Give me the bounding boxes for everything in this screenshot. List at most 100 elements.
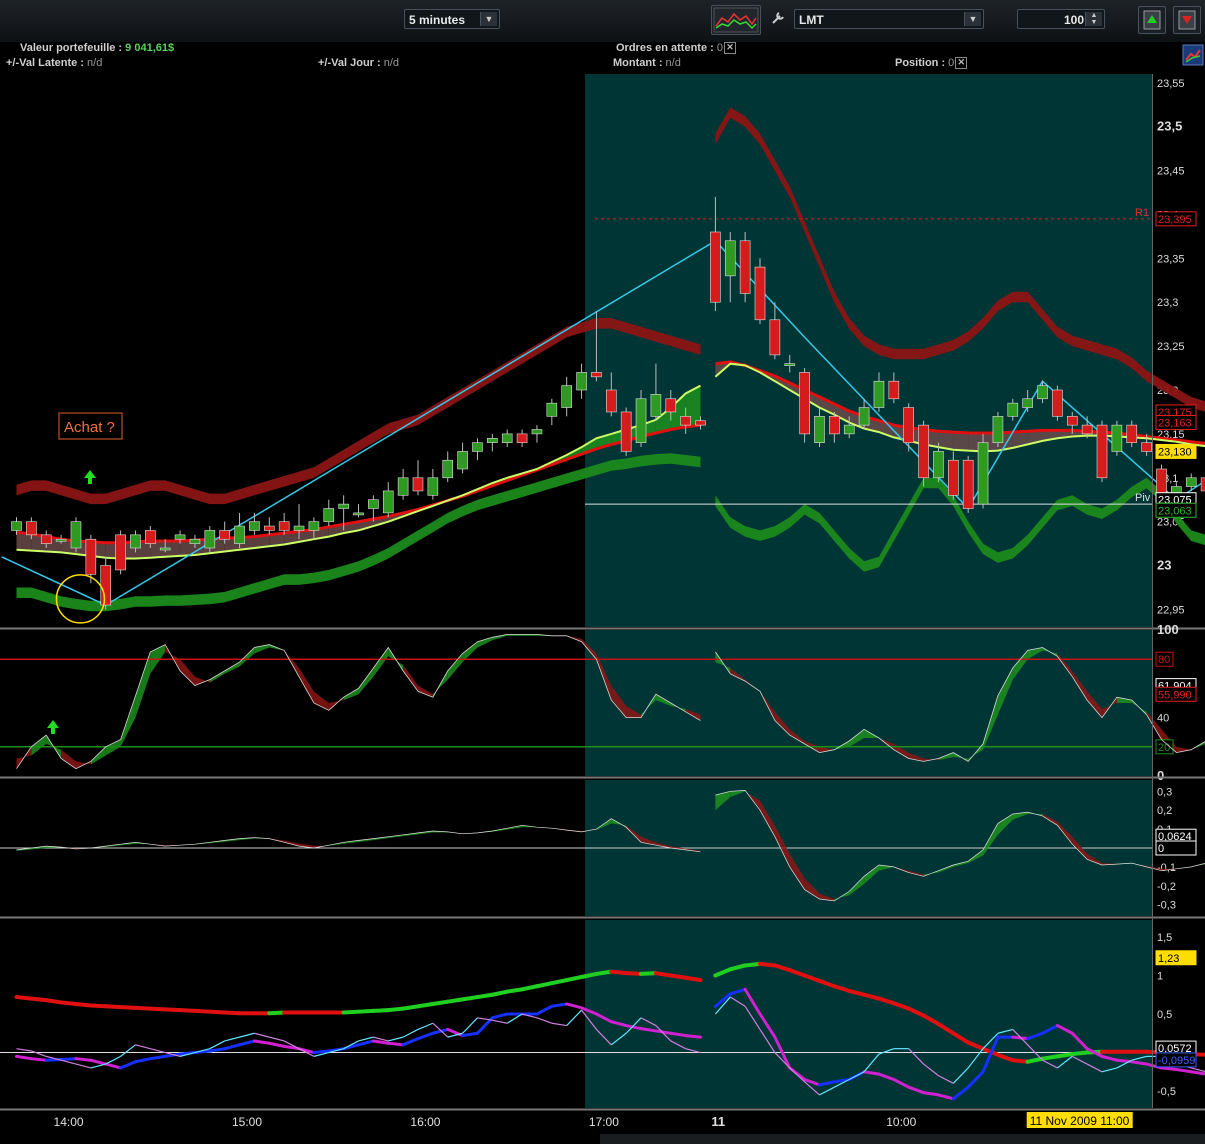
y-tick-label: 23,3: [1157, 297, 1178, 309]
sell-order-button[interactable]: [1173, 6, 1201, 34]
trend-main-segment: [356, 1008, 376, 1014]
candle: [948, 459, 959, 496]
value-tag-label: 0: [1158, 843, 1164, 855]
trend-main-segment: [14, 995, 34, 1001]
order-type-select[interactable]: LMT ▼: [794, 9, 984, 29]
candle: [665, 398, 677, 413]
candle: [903, 407, 915, 443]
candle: [829, 416, 840, 435]
interval-select[interactable]: 5 minutes ▼: [404, 9, 500, 29]
candle: [1141, 442, 1152, 452]
trend-main-segment: [29, 996, 49, 1003]
trend-main-segment: [1040, 1054, 1060, 1061]
value-tag-label: -0,0959: [1158, 1055, 1195, 1067]
candle: [591, 372, 602, 378]
chart-area[interactable]: 23,5523,523,4523,423,3523,323,2523,223,1…: [0, 74, 1205, 1134]
session-shading: [585, 920, 1152, 1108]
chart-tool-icon[interactable]: [1182, 44, 1204, 66]
x-tick-label: 14:00: [54, 1115, 84, 1129]
candle: [1037, 385, 1048, 400]
y-tick-label: 40: [1157, 713, 1169, 725]
status-bar: [600, 1134, 1205, 1144]
value-tag-label: 55,990: [1158, 689, 1192, 701]
trend-main-segment: [639, 971, 658, 976]
candle: [546, 402, 558, 417]
trend-main-segment: [178, 1008, 197, 1013]
candle: [769, 319, 781, 356]
position-label: Position :: [895, 57, 946, 69]
candle: [620, 411, 632, 452]
candle: [710, 231, 721, 303]
y-tick-label: 1: [1157, 970, 1163, 982]
value-tag-label: 23,063: [1158, 505, 1192, 517]
quantity-stepper[interactable]: 100 ▲ ▼: [1017, 9, 1105, 29]
candle: [130, 534, 141, 549]
portfolio-amount: 9 041,61$: [125, 42, 175, 54]
buy-order-button[interactable]: [1138, 6, 1166, 34]
trend-main-segment: [758, 961, 777, 968]
y-tick-label: 22,95: [1157, 604, 1185, 616]
trend-blue-segment: [386, 1041, 405, 1047]
candle: [26, 521, 37, 536]
candle: [1185, 477, 1197, 487]
y-tick-label: 0,3: [1157, 786, 1172, 798]
level-label: 80: [1158, 654, 1170, 666]
portfolio-value: Valeur portefeuille : 9 041,61$: [20, 42, 174, 54]
y-tick-label: -0,5: [1157, 1086, 1176, 1098]
chevron-down-icon: ▼: [480, 12, 497, 26]
trend-main-segment: [609, 969, 629, 976]
candle: [442, 459, 454, 479]
pivot-label: Piv: [1135, 492, 1151, 504]
pending-label: Ordres en attente :: [616, 42, 714, 54]
cursor-time-label: 11 Nov 2009 11:00: [1030, 1114, 1130, 1128]
latent-value: +/-Val Latente : n/d: [6, 57, 102, 69]
trend-main-segment: [668, 973, 688, 980]
candle: [323, 508, 335, 522]
candle: [754, 266, 766, 321]
y-tick-label: 0,2: [1157, 805, 1172, 817]
candle: [962, 459, 974, 509]
candle: [11, 521, 22, 531]
candle: [799, 372, 810, 435]
candle: [1096, 424, 1108, 479]
latent-label: +/-Val Latente :: [6, 57, 84, 69]
x-tick-label: 10:00: [886, 1115, 916, 1129]
close-icon[interactable]: ✕: [724, 42, 736, 55]
close-icon[interactable]: ✕: [955, 57, 968, 70]
candle: [278, 521, 290, 531]
level-label: 20: [1158, 742, 1170, 754]
trend-blue-segment: [29, 1057, 48, 1062]
candle: [382, 490, 394, 514]
trend-main-segment: [133, 1005, 153, 1011]
toolbar: 5 minutes ▼ LMT ▼ 100 ▲ ▼: [0, 0, 1205, 43]
trend-main-segment: [44, 998, 64, 1005]
candle: [650, 394, 662, 417]
candle: [1007, 402, 1019, 417]
interval-value: 5 minutes: [409, 13, 466, 27]
candle: [516, 433, 528, 443]
candle: [70, 521, 82, 549]
trend-main-segment: [1070, 1050, 1090, 1057]
trend-main-segment: [475, 992, 495, 1000]
quantity-value: 100: [1063, 13, 1084, 27]
trend-main-segment: [163, 1007, 183, 1013]
trend-main-segment: [59, 1000, 78, 1006]
trend-main-segment: [1055, 1052, 1075, 1059]
candle: [739, 240, 751, 294]
trend-main-segment: [222, 1010, 242, 1016]
candle: [397, 477, 409, 496]
candle: [814, 416, 825, 443]
trend-blue-segment: [1189, 1070, 1205, 1076]
wrench-icon[interactable]: [768, 8, 790, 30]
candle: [174, 534, 186, 540]
amount-amount: n/d: [665, 57, 681, 69]
account-info-bar: Valeur portefeuille : 9 041,61$ +/-Val L…: [0, 42, 1205, 74]
trend-blue-segment: [1174, 1067, 1193, 1074]
pending-orders: Ordres en attente : 0 ✕: [616, 42, 736, 55]
chart-type-button[interactable]: [711, 5, 761, 35]
y-tick-label: 23,25: [1157, 341, 1185, 353]
trend-main-segment: [88, 1003, 108, 1009]
candle: [1066, 416, 1078, 426]
resistance-label: R1: [1135, 207, 1149, 219]
buy-order-icon: [1143, 10, 1161, 30]
